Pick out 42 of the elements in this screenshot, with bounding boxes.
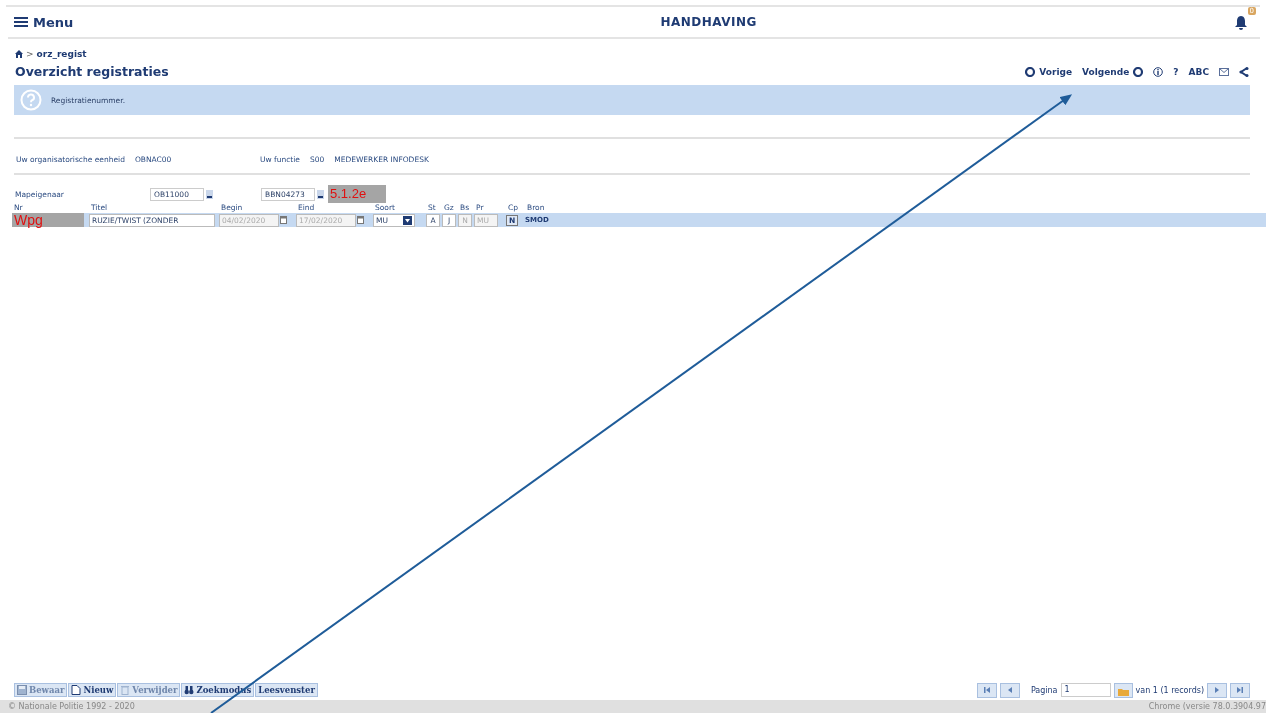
lookup-icon[interactable] [317,189,324,199]
save-icon [17,685,27,695]
toolbar-link[interactable]: ABC [1188,66,1209,77]
bell-icon[interactable] [1234,14,1248,30]
page-icon [71,685,82,695]
last-page-icon [1236,686,1244,694]
next-page-icon [1213,686,1221,694]
binoculars-icon [184,685,195,695]
redaction-block: Wpg [12,213,84,227]
trash-icon [120,685,131,695]
caret-icon [403,215,412,225]
browser-version: Chrome (versie 78.0.3904.97 [1148,702,1266,711]
help-icon [20,89,42,111]
calendar-icon[interactable] [280,216,287,224]
copyright-text: © Nationale Politie 1992 - 2020 [8,702,135,711]
last-page-button[interactable] [1230,682,1250,698]
next-link[interactable]: Volgende [1082,66,1144,77]
pager-label: Pagina [1030,685,1058,695]
breadcrumb-link[interactable]: orz_regist [36,49,87,59]
home-icon[interactable] [15,50,23,58]
first-page-button[interactable] [976,682,997,698]
next-page-button[interactable] [1207,682,1227,698]
calendar-icon[interactable] [357,216,364,224]
first-page-icon [982,686,991,694]
record-count: van 1 (1 records) [1135,685,1204,695]
action-button[interactable]: Nieuw [68,683,117,697]
info-icon[interactable] [1153,66,1164,77]
page-field[interactable]: 1 [1060,683,1111,697]
app-title: HANDHAVING [660,15,757,29]
toolbar-link[interactable]: ? [1173,66,1179,77]
folder-icon [1117,687,1129,696]
menu-button[interactable]: Menu [14,14,74,30]
previous-link[interactable]: Vorige [1025,66,1073,77]
mail-icon[interactable] [1219,67,1229,76]
breadcrumb-separator: > [26,49,34,59]
redaction-block: 5.1.2e [328,185,387,203]
menu-icon [14,16,28,28]
page-title: Overzicht registraties [15,64,169,79]
share-icon[interactable] [1239,66,1249,77]
previous-page-button[interactable] [999,682,1020,698]
lookup-icon[interactable] [206,189,213,199]
action-button[interactable]: Leesvenster [255,683,318,697]
